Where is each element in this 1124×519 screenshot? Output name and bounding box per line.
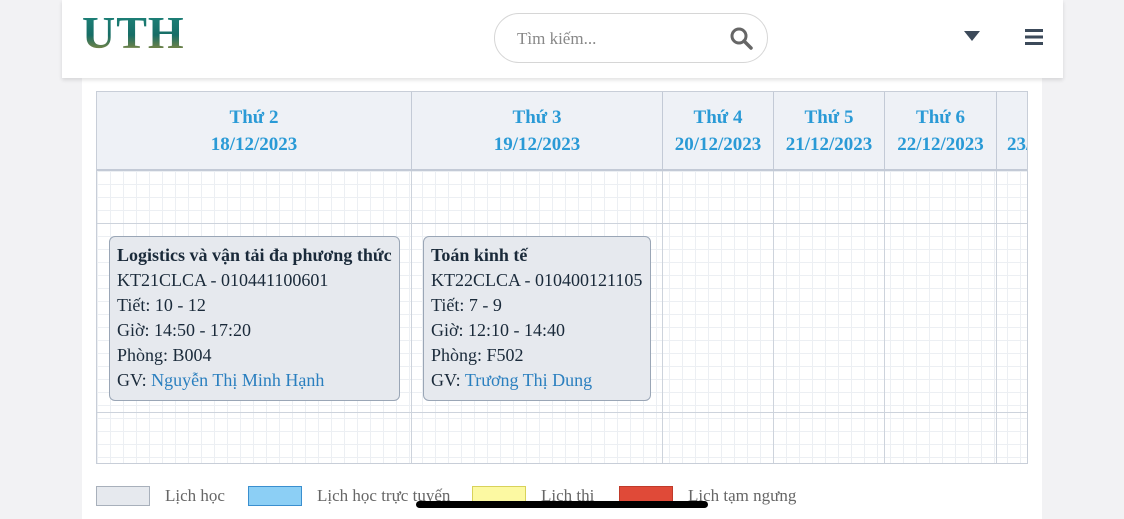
day-date: 19/12/2023: [493, 134, 581, 155]
day-name: Thứ 3: [512, 107, 562, 128]
day-name: Thứ 5: [804, 107, 854, 128]
day-name: Thứ 2: [229, 107, 279, 128]
class-event-card[interactable]: Logistics và vận tải đa phương thức KT21…: [109, 236, 400, 401]
day-header-tue: Thứ 3 19/12/2023: [412, 92, 663, 169]
class-event-card[interactable]: Toán kinh tế KT22CLCA - 010400121105 Tiế…: [423, 236, 651, 401]
day-date: 22/12/2023: [897, 134, 984, 155]
weekly-schedule-table: Thứ 2 18/12/2023 Thứ 3 19/12/2023 Thứ 4 …: [96, 91, 1028, 464]
day-date: 20/12/2023: [674, 134, 762, 155]
column-divider: [773, 171, 774, 463]
lecturer-name[interactable]: Trương Thị Dung: [465, 370, 592, 390]
lecturer-label: GV:: [117, 370, 152, 390]
day-header-thu: Thứ 5 21/12/2023: [774, 92, 885, 169]
column-divider: [996, 171, 997, 463]
course-time: Giờ: 14:50 - 17:20: [117, 320, 252, 340]
day-name: Thứ 6: [916, 107, 965, 128]
course-lecturer: GV: Trương Thị Dung: [431, 368, 643, 393]
legend-swatch-class: [96, 486, 150, 506]
day-name: Thứ 4: [693, 107, 743, 128]
course-time: Giờ: 12:10 - 14:40: [431, 320, 566, 340]
column-divider: [884, 171, 885, 463]
day-date: 23/: [1007, 134, 1027, 155]
lecturer-label: GV:: [431, 370, 465, 390]
day-date: 18/12/2023: [210, 134, 298, 155]
home-indicator: [416, 501, 708, 508]
day-header-mon: Thứ 2 18/12/2023: [97, 92, 412, 169]
search-box[interactable]: [494, 13, 768, 63]
course-code: KT22CLCA - 010400121105: [431, 270, 643, 290]
course-title: Toán kinh tế: [431, 245, 528, 265]
day-date: 21/12/2023: [785, 134, 873, 155]
course-title: Logistics và vận tải đa phương thức: [117, 245, 392, 265]
search-icon[interactable]: [729, 26, 753, 50]
course-lecturer: GV: Nguyễn Thị Minh Hạnh: [117, 368, 392, 393]
hamburger-menu-icon[interactable]: [1025, 28, 1043, 46]
day-name: [1007, 104, 1027, 131]
column-divider: [662, 171, 663, 463]
schedule-header-row: Thứ 2 18/12/2023 Thứ 3 19/12/2023 Thứ 4 …: [97, 92, 1027, 171]
day-header-fri: Thứ 6 22/12/2023: [885, 92, 997, 169]
day-header-wed: Thứ 4 20/12/2023: [663, 92, 774, 169]
course-room: Phòng: B004: [117, 345, 212, 365]
day-header-sat: 23/: [997, 92, 1027, 169]
course-period: Tiết: 7 - 9: [431, 295, 502, 315]
course-code: KT21CLCA - 010441100601: [117, 270, 329, 290]
search-input[interactable]: [515, 26, 729, 52]
legend-label-class: Lịch học: [165, 486, 225, 505]
caret-down-icon[interactable]: [963, 30, 981, 42]
row-divider: [97, 223, 1027, 224]
row-divider: [97, 412, 1027, 413]
lecturer-name[interactable]: Nguyễn Thị Minh Hạnh: [151, 370, 324, 390]
page-background: [0, 0, 62, 519]
course-period: Tiết: 10 - 12: [117, 295, 206, 315]
course-room: Phòng: F502: [431, 345, 524, 365]
uth-logo[interactable]: UTH: [82, 6, 185, 59]
legend-swatch-online: [248, 486, 302, 506]
column-divider: [411, 171, 412, 463]
top-header: UTH: [62, 0, 1063, 78]
